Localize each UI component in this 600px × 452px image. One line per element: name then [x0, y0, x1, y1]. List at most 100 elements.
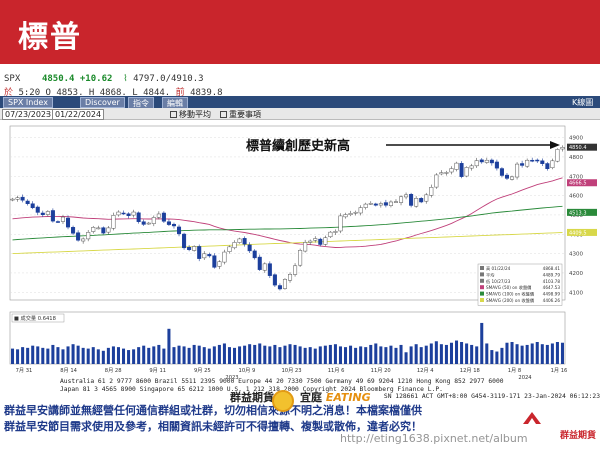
volume-bar: [192, 344, 196, 364]
volume-bar: [328, 344, 332, 364]
company-logo-icon: [523, 412, 541, 424]
volume-bar: [460, 342, 464, 364]
quote-last: 4850.4: [41, 74, 75, 84]
candle-body: [363, 203, 368, 208]
volume-bar: [374, 343, 378, 364]
chart-settings-bar: 07/23/2023 - 01/22/2024 移動平均 重要事項: [0, 108, 600, 120]
quote-change: +10.62: [79, 74, 113, 84]
legend-label: SMAVG (100) on 收盤價: [486, 291, 535, 298]
volume-bar: [359, 346, 363, 364]
candle-body: [429, 187, 434, 196]
footer-line-1: Australia 61 2 9777 8600 Brazil 5511 239…: [60, 378, 504, 385]
volume-bar: [41, 347, 45, 364]
volume-bar: [394, 347, 398, 364]
candle-body: [313, 238, 318, 241]
candle-body: [171, 223, 176, 227]
candle-body: [187, 246, 192, 250]
candle-body: [20, 196, 25, 201]
candle-body: [504, 174, 509, 179]
legend-swatch: [480, 298, 484, 302]
volume-bar: [455, 340, 459, 364]
volume-bar: [91, 347, 95, 364]
quote-symbol: SPX: [4, 74, 21, 84]
candle-body: [409, 193, 414, 206]
candle-body: [257, 256, 262, 270]
volume-bar: [147, 347, 151, 364]
candle-body: [333, 231, 338, 233]
option-moving-average[interactable]: 移動平均: [170, 109, 211, 120]
volume-bar: [243, 345, 247, 364]
candle-body: [515, 163, 520, 178]
candle-body: [272, 274, 277, 286]
volume-bar: [323, 345, 327, 364]
candle-body: [479, 159, 484, 163]
candle-body: [207, 254, 212, 257]
candle-body: [50, 210, 55, 222]
volume-bar: [369, 344, 373, 364]
volume-bar: [278, 347, 282, 364]
volume-bar: [313, 348, 317, 364]
volume-bar: [550, 343, 554, 364]
y-tick-label: 4300: [569, 252, 583, 258]
volume-bar: [127, 350, 131, 364]
date-to-input[interactable]: 01/22/2024: [52, 109, 105, 120]
candle-body: [106, 227, 111, 233]
volume-bar: [197, 345, 201, 364]
x-tick-label: 12月 18: [460, 367, 480, 374]
volume-bar: [152, 346, 156, 364]
option-key-events[interactable]: 重要事項: [220, 109, 261, 120]
candle-body: [338, 215, 343, 232]
candle-body: [368, 203, 373, 205]
candle-body: [378, 203, 383, 206]
candle-body: [474, 160, 479, 167]
volume-bar: [545, 344, 549, 364]
candle-body: [353, 211, 358, 214]
candle-body: [535, 159, 540, 162]
x-tick-label: 8月 28: [105, 367, 122, 374]
volume-bar: [535, 342, 539, 364]
page-title: 標普: [18, 20, 82, 55]
candle-body: [520, 163, 525, 166]
volume-bar: [419, 347, 423, 364]
x-tick-label: 8月 14: [60, 367, 77, 374]
volume-bar: [157, 344, 161, 364]
brand-logo-right: 群益期貨: [559, 431, 596, 441]
candle-body: [156, 213, 161, 218]
candle-body: [60, 216, 65, 222]
x-tick-label: 12月 4: [417, 367, 434, 374]
volume-legend-label: ■ 成交量 0.6418: [14, 314, 56, 322]
volume-bar: [530, 343, 534, 364]
legend-swatch: [480, 272, 484, 277]
legend: 高 01/22/24 4868.41 平均 4489.79 低 10/27/23 4103…: [477, 263, 563, 306]
volume-bar: [122, 348, 126, 364]
candle-body: [459, 163, 464, 177]
candle-body: [308, 240, 313, 243]
candle-body: [202, 253, 207, 259]
candle-body: [86, 232, 91, 240]
volume-bar: [515, 344, 519, 364]
discover-menu[interactable]: Discover: [80, 97, 125, 108]
volume-bar: [96, 349, 100, 364]
candle-body: [540, 160, 545, 164]
legend-swatch: [480, 266, 484, 270]
terminal-toolbar: SPX Index Discover 指令 編輯 K線圖: [0, 96, 600, 110]
volume-bar: [21, 347, 25, 364]
volume-bar: [212, 346, 216, 364]
candle-body: [10, 198, 15, 201]
volume-bar: [167, 328, 171, 364]
volume-bar: [187, 347, 191, 364]
volume-bar: [81, 347, 85, 364]
index-field[interactable]: SPX Index: [3, 97, 53, 108]
volume-bar: [349, 345, 353, 364]
candle-body: [298, 250, 303, 266]
candle-body: [343, 214, 348, 218]
chart-type-tag[interactable]: K線圖: [572, 97, 593, 108]
candle-body: [161, 212, 166, 222]
volume-bar: [71, 344, 75, 364]
candle-body: [288, 274, 293, 281]
candle-body: [91, 227, 96, 232]
legend-label: SMAVG (50) on 收盤價: [486, 284, 532, 291]
candle-body: [111, 215, 116, 229]
candle-body: [55, 221, 60, 223]
candle-body: [166, 221, 171, 225]
